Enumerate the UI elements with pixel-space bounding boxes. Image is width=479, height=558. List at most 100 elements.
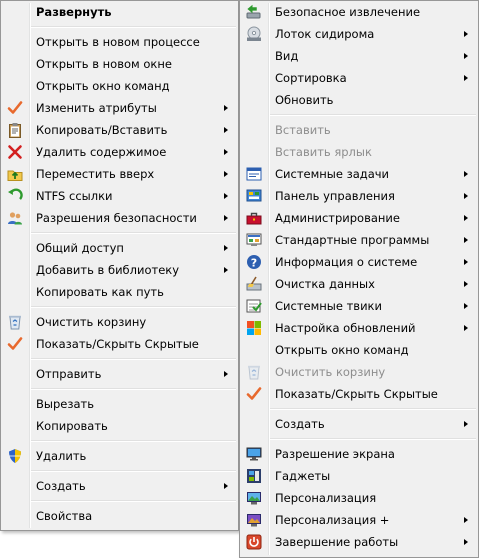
menu-item-label: Стандартные программы <box>275 233 430 247</box>
control-panel-icon <box>246 188 262 204</box>
left-menu-item-22[interactable]: Копировать <box>1 415 238 437</box>
menu-item-label: Лоток сидирома <box>275 27 375 41</box>
submenu-arrow-icon <box>464 303 468 309</box>
toolbox-icon <box>246 210 262 226</box>
menu-item-label: Удалить содержимое <box>36 145 167 159</box>
menu-item-label: Отправить <box>36 367 102 381</box>
left-menu-item-16[interactable]: Очистить корзину <box>1 311 238 333</box>
submenu-arrow-icon <box>224 215 228 221</box>
left-menu-item-19[interactable]: Отправить <box>1 363 238 385</box>
left-menu-item-12[interactable]: Общий доступ <box>1 237 238 259</box>
right-menu-item-9[interactable]: Панель управления <box>240 185 478 207</box>
cleanup-icon <box>246 276 262 292</box>
menu-item-label: Панель управления <box>275 189 395 203</box>
submenu-arrow-icon <box>464 539 468 545</box>
submenu-arrow-icon <box>464 325 468 331</box>
menu-item-label: Информация о системе <box>275 255 418 269</box>
left-menu-item-21[interactable]: Вырезать <box>1 393 238 415</box>
left-menu-item-2[interactable]: Открыть в новом процессе <box>1 31 238 53</box>
left-menu-item-17[interactable]: Показать/Скрыть Скрытые <box>1 333 238 355</box>
submenu-arrow-icon <box>224 127 228 133</box>
menu-item-label: Показать/Скрыть Скрытые <box>275 387 438 401</box>
menu-item-label: Копировать как путь <box>36 285 164 299</box>
submenu-arrow-icon <box>464 421 468 427</box>
left-menu-item-9[interactable]: NTFS ссылки <box>1 185 238 207</box>
right-menu-item-18[interactable]: Показать/Скрыть Скрытые <box>240 383 478 405</box>
right-menu-item-8[interactable]: Системные задачи <box>240 163 478 185</box>
menu-item-label: Системные твики <box>275 299 382 313</box>
submenu-arrow-icon <box>464 53 468 59</box>
submenu-arrow-icon <box>464 517 468 523</box>
right-menu-item-3[interactable]: Сортировка <box>240 67 478 89</box>
right-menu-item-25[interactable]: Персонализация + <box>240 509 478 531</box>
left-menu-item-24[interactable]: Удалить <box>1 445 238 467</box>
red-x-icon <box>7 144 23 160</box>
menu-item-label: Переместить вверх <box>36 167 155 181</box>
submenu-arrow-icon <box>464 171 468 177</box>
menu-item-label: Завершение работы <box>275 535 399 549</box>
right-menu-item-0[interactable]: Безопасное извлечение <box>240 1 478 23</box>
menu-item-label: Свойства <box>36 509 93 523</box>
menu-item-label: Системные задачи <box>275 167 390 181</box>
right-menu-item-16[interactable]: Открыть окно команд <box>240 339 478 361</box>
menu-item-label: Гаджеты <box>275 469 331 483</box>
left-separator <box>31 306 236 308</box>
right-menu-item-23[interactable]: Гаджеты <box>240 465 478 487</box>
menu-item-label: Разрешения безопасности <box>36 211 197 225</box>
left-menu-item-5[interactable]: Изменить атрибуты <box>1 97 238 119</box>
right-menu-item-7: Вставить ярлык <box>240 141 478 163</box>
right-separator <box>270 438 476 440</box>
menu-item-label: Показать/Скрыть Скрытые <box>36 337 199 351</box>
right-menu-item-14[interactable]: Системные твики <box>240 295 478 317</box>
right-menu-item-12[interactable]: ? Информация о системе <box>240 251 478 273</box>
submenu-arrow-icon <box>224 483 228 489</box>
menu-item-label: Копировать <box>36 419 108 433</box>
menu-item-label: Сортировка <box>275 71 347 85</box>
left-menu-item-14[interactable]: Копировать как путь <box>1 281 238 303</box>
programs-icon <box>246 232 262 248</box>
context-menu-secondary: Безопасное извлечение Лоток сидирома Вид Со… <box>239 0 479 558</box>
left-menu-item-13[interactable]: Добавить в библиотеку <box>1 259 238 281</box>
context-menu-primary: Развернуть Открыть в новом процессе Открыт… <box>0 0 239 531</box>
right-menu-item-20[interactable]: Создать <box>240 413 478 435</box>
right-menu-item-11[interactable]: Стандартные программы <box>240 229 478 251</box>
menu-item-label: Настройка обновлений <box>275 321 416 335</box>
right-menu-item-1[interactable]: Лоток сидирома <box>240 23 478 45</box>
personalization-plus-icon <box>246 512 262 528</box>
right-menu-item-26[interactable]: Завершение работы <box>240 531 478 553</box>
checkmark-icon <box>7 336 23 352</box>
menu-item-label: Копировать/Вставить <box>36 123 168 137</box>
submenu-arrow-icon <box>224 171 228 177</box>
menu-item-label: Персонализация + <box>275 513 390 527</box>
left-menu-item-7[interactable]: Удалить содержимое <box>1 141 238 163</box>
left-menu-item-6[interactable]: Копировать/Вставить <box>1 119 238 141</box>
left-menu-item-26[interactable]: Создать <box>1 475 238 497</box>
right-menu-item-24[interactable]: Персонализация <box>240 487 478 509</box>
right-menu-item-22[interactable]: Разрешение экрана <box>240 443 478 465</box>
monitor-icon <box>246 446 262 462</box>
submenu-arrow-icon <box>224 267 228 273</box>
left-menu-item-3[interactable]: Открыть в новом окне <box>1 53 238 75</box>
left-menu-item-0[interactable]: Развернуть <box>1 1 238 23</box>
right-menu-item-2[interactable]: Вид <box>240 45 478 67</box>
info-icon: ? <box>246 254 262 270</box>
menu-item-label: Персонализация <box>275 491 377 505</box>
submenu-arrow-icon <box>224 371 228 377</box>
eject-icon <box>246 4 262 20</box>
right-menu-item-15[interactable]: Настройка обновлений <box>240 317 478 339</box>
left-separator <box>31 440 236 442</box>
menu-item-label: Очистка данных <box>275 277 375 291</box>
menu-item-label: Изменить атрибуты <box>36 101 157 115</box>
checkmark-icon <box>7 100 23 116</box>
right-menu-item-10[interactable]: Администрирование <box>240 207 478 229</box>
folder-up-icon <box>7 166 23 182</box>
left-menu-item-28[interactable]: Свойства <box>1 505 238 527</box>
right-menu-item-4[interactable]: Обновить <box>240 89 478 111</box>
clipboard-icon <box>7 122 23 138</box>
left-menu-item-4[interactable]: Открыть окно команд <box>1 75 238 97</box>
right-menu-item-6: Вставить <box>240 119 478 141</box>
right-menu-item-13[interactable]: Очистка данных <box>240 273 478 295</box>
left-menu-item-8[interactable]: Переместить вверх <box>1 163 238 185</box>
left-menu-item-10[interactable]: Разрешения безопасности <box>1 207 238 229</box>
submenu-arrow-icon <box>224 149 228 155</box>
